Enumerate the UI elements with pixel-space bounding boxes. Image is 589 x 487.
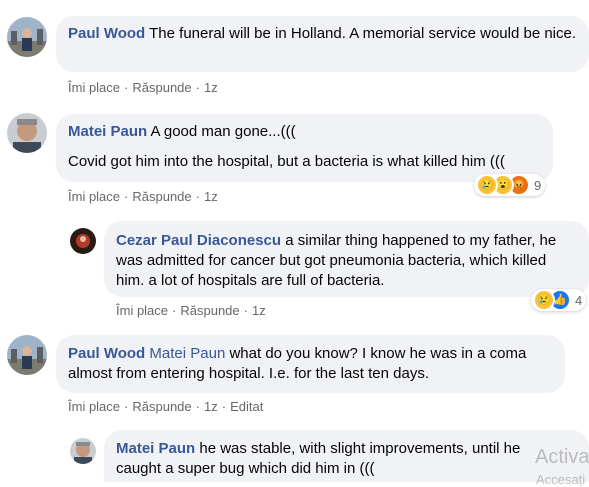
sad-icon: 😢 bbox=[476, 174, 498, 196]
timestamp[interactable]: 1z bbox=[252, 303, 266, 318]
avatar[interactable] bbox=[7, 17, 47, 57]
comment-actions: Îmi place · Răspunde · 1z · Editat bbox=[68, 399, 264, 414]
avatar-photo-icon bbox=[7, 17, 47, 57]
avatar[interactable] bbox=[7, 335, 47, 375]
reaction-summary[interactable]: 😢 👍 4 bbox=[531, 289, 587, 311]
reaction-count: 9 bbox=[534, 177, 542, 193]
sad-icon: 😢 bbox=[533, 289, 555, 311]
avatar[interactable] bbox=[7, 113, 47, 153]
comment-bubble: Cezar Paul Diaconescu a similar thing ha… bbox=[104, 221, 589, 297]
edited-label: Editat bbox=[230, 399, 264, 414]
mention-link[interactable]: Matei Paun bbox=[149, 345, 225, 362]
like-link[interactable]: Îmi place bbox=[116, 303, 168, 318]
comment-actions: Îmi place · Răspunde · 1z bbox=[68, 80, 218, 95]
avatar-photo-icon bbox=[70, 438, 96, 464]
comment-author[interactable]: Matei Paun bbox=[116, 440, 195, 457]
comment-text: The funeral will be in Holland. A memori… bbox=[149, 25, 577, 42]
avatar[interactable] bbox=[70, 438, 96, 464]
timestamp[interactable]: 1z bbox=[204, 399, 218, 414]
reply-link[interactable]: Răspunde bbox=[132, 189, 191, 204]
comment-actions: Îmi place · Răspunde · 1z bbox=[116, 303, 266, 318]
reaction-summary[interactable]: 😢 😮 😡 9 bbox=[474, 174, 546, 196]
comment-bubble: Paul Wood The funeral will be in Holland… bbox=[56, 16, 589, 72]
timestamp[interactable]: 1z bbox=[204, 80, 218, 95]
like-link[interactable]: Îmi place bbox=[68, 399, 120, 414]
reply-link[interactable]: Răspunde bbox=[180, 303, 239, 318]
avatar-photo-icon bbox=[7, 335, 47, 375]
comment-text-line-2: Covid got him into the hospital, but a b… bbox=[68, 153, 505, 170]
comment-bubble: Matei Paun A good man gone...((( Covid g… bbox=[56, 114, 553, 182]
comment-bubble: Matei Paun he was stable, with slight im… bbox=[104, 430, 589, 482]
comment-author[interactable]: Paul Wood bbox=[68, 25, 145, 42]
reaction-count: 4 bbox=[575, 292, 583, 308]
avatar[interactable] bbox=[70, 228, 96, 254]
like-link[interactable]: Îmi place bbox=[68, 80, 120, 95]
comment-actions: Îmi place · Răspunde · 1z bbox=[68, 189, 218, 204]
reply-link[interactable]: Răspunde bbox=[132, 80, 191, 95]
activation-watermark: Activa bbox=[535, 446, 589, 468]
activation-watermark-subtext: Accesați bbox=[536, 472, 586, 487]
comment-bubble: Paul Wood Matei Paun what do you know? I… bbox=[56, 335, 565, 393]
comment-author[interactable]: Matei Paun bbox=[68, 123, 147, 140]
reply-link[interactable]: Răspunde bbox=[132, 399, 191, 414]
avatar-photo-icon bbox=[7, 113, 47, 153]
comment-text: A good man gone...((( bbox=[150, 123, 296, 140]
comment-author[interactable]: Cezar Paul Diaconescu bbox=[116, 232, 281, 249]
like-link[interactable]: Îmi place bbox=[68, 189, 120, 204]
avatar-photo-icon bbox=[70, 228, 96, 254]
comment-author[interactable]: Paul Wood bbox=[68, 345, 145, 362]
timestamp[interactable]: 1z bbox=[204, 189, 218, 204]
